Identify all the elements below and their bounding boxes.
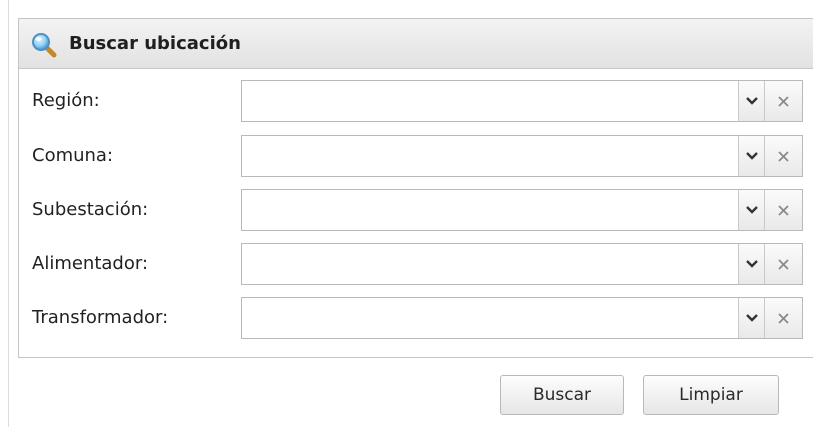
search-location-window: Buscar ubicación Región: Comuna: Subesta… bbox=[0, 0, 813, 427]
alimentador-dropdown-button[interactable] bbox=[738, 244, 764, 284]
region-combobox bbox=[241, 80, 803, 122]
alimentador-label: Alimentador: bbox=[32, 253, 149, 274]
close-icon bbox=[778, 204, 789, 216]
field-row-alimentador: Alimentador: bbox=[19, 243, 813, 285]
alimentador-clear-button[interactable] bbox=[764, 244, 802, 284]
region-clear-button[interactable] bbox=[764, 81, 802, 121]
field-row-comuna: Comuna: bbox=[19, 135, 813, 177]
panel-header: Buscar ubicación bbox=[19, 19, 813, 69]
field-row-subestacion: Subestación: bbox=[19, 189, 813, 231]
close-icon bbox=[778, 312, 789, 324]
comuna-clear-button[interactable] bbox=[764, 136, 802, 176]
transformador-input[interactable] bbox=[242, 298, 738, 338]
search-icon bbox=[31, 32, 57, 58]
field-row-region: Región: bbox=[19, 80, 813, 122]
region-input[interactable] bbox=[242, 81, 738, 121]
chevron-down-icon bbox=[745, 97, 758, 105]
chevron-down-icon bbox=[745, 152, 758, 160]
chevron-down-icon bbox=[745, 314, 758, 322]
transformador-combobox bbox=[241, 297, 803, 339]
comuna-input[interactable] bbox=[242, 136, 738, 176]
comuna-dropdown-button[interactable] bbox=[738, 136, 764, 176]
search-button[interactable]: Buscar bbox=[500, 375, 624, 415]
subestacion-input[interactable] bbox=[242, 190, 738, 230]
close-icon bbox=[778, 95, 789, 107]
chevron-down-icon bbox=[745, 206, 758, 214]
chevron-down-icon bbox=[745, 260, 758, 268]
subestacion-clear-button[interactable] bbox=[764, 190, 802, 230]
clear-button[interactable]: Limpiar bbox=[643, 375, 779, 415]
region-label: Región: bbox=[32, 90, 100, 111]
transformador-dropdown-button[interactable] bbox=[738, 298, 764, 338]
region-dropdown-button[interactable] bbox=[738, 81, 764, 121]
window-border bbox=[8, 0, 9, 427]
close-icon bbox=[778, 258, 789, 270]
subestacion-dropdown-button[interactable] bbox=[738, 190, 764, 230]
search-location-panel: Buscar ubicación Región: Comuna: Subesta… bbox=[18, 18, 813, 358]
panel-title: Buscar ubicación bbox=[69, 33, 241, 54]
transformador-clear-button[interactable] bbox=[764, 298, 802, 338]
subestacion-label: Subestación: bbox=[32, 199, 149, 220]
transformador-label: Transformador: bbox=[32, 307, 169, 328]
subestacion-combobox bbox=[241, 189, 803, 231]
comuna-combobox bbox=[241, 135, 803, 177]
close-icon bbox=[778, 150, 789, 162]
alimentador-input[interactable] bbox=[242, 244, 738, 284]
alimentador-combobox bbox=[241, 243, 803, 285]
field-row-transformador: Transformador: bbox=[19, 297, 813, 339]
comuna-label: Comuna: bbox=[32, 145, 114, 166]
